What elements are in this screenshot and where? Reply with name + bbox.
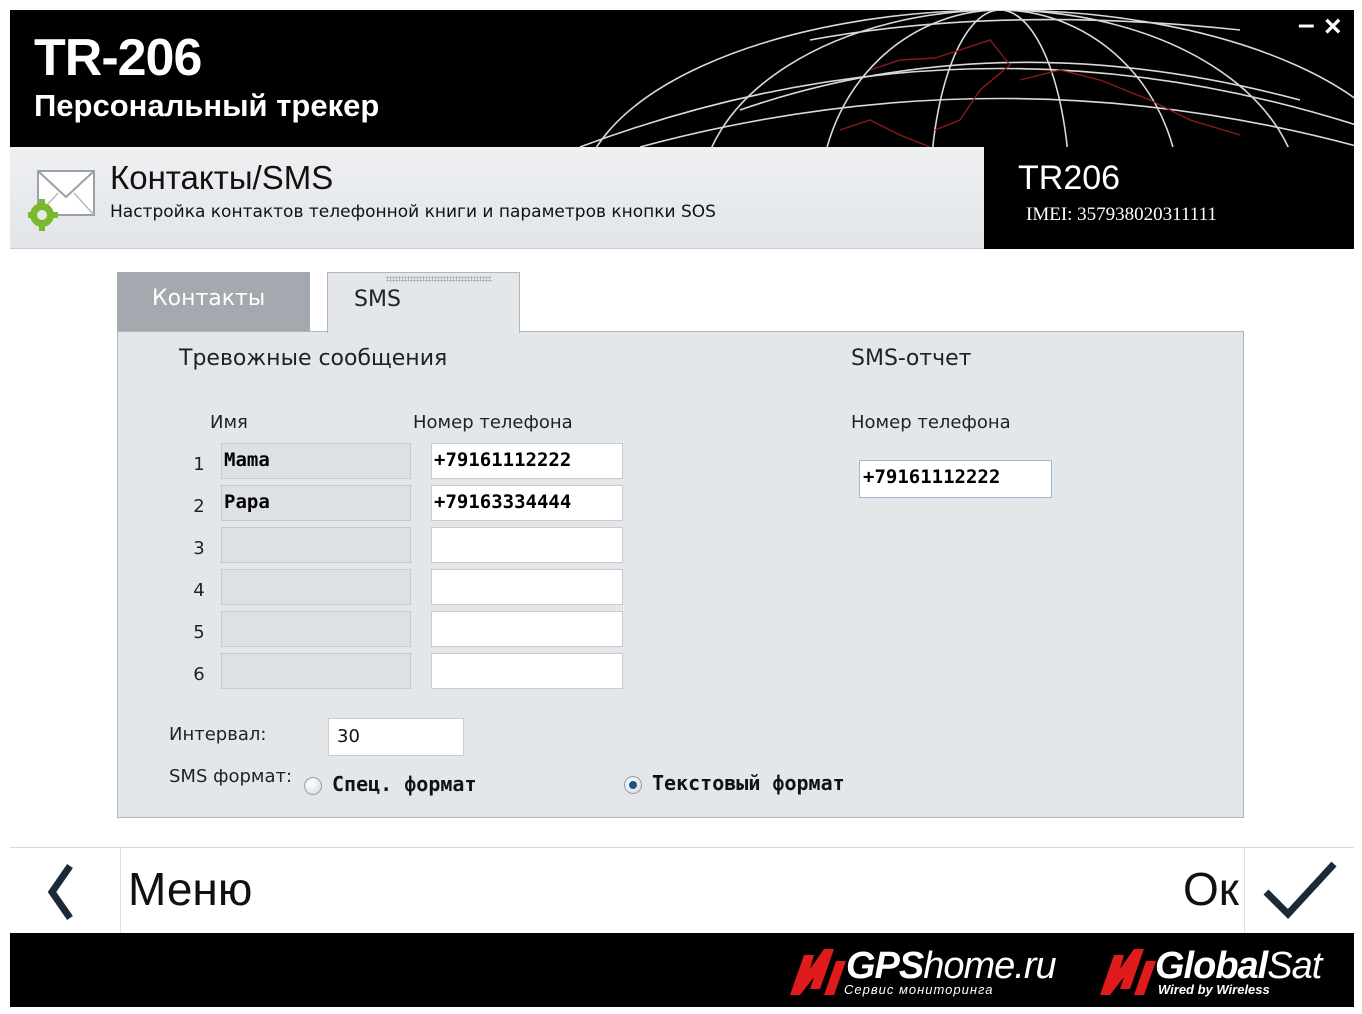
contact-phone-field[interactable] (431, 527, 623, 563)
device-panel: TR206 IMEI: 357938020311111 (984, 147, 1354, 249)
sms-report-heading: SMS-отчет (851, 346, 972, 371)
contact-phone-field[interactable] (431, 653, 623, 689)
row-number: 6 (193, 664, 205, 685)
contact-name-field[interactable] (221, 611, 411, 647)
main-content: Контакты SMS Тревожные сообщения SMS-отч… (10, 249, 1354, 847)
tab-sms[interactable]: SMS (327, 272, 520, 333)
alarm-messages-heading: Тревожные сообщения (179, 346, 448, 371)
radio-special-format[interactable] (304, 777, 322, 795)
sms-format-label: SMS формат: (169, 766, 293, 787)
radio-text-format[interactable] (624, 776, 642, 794)
ok-button[interactable]: Ок (1183, 862, 1239, 916)
row-number: 5 (193, 622, 205, 643)
contact-phone-field[interactable]: +79161112222 (431, 443, 623, 479)
row-number: 2 (193, 496, 205, 517)
nav-divider (120, 848, 121, 934)
brand-footer: GPShome.ru Сервис мониторинга GlobalSat … (10, 933, 1354, 1007)
nav-bar: Меню Ок (10, 847, 1354, 934)
contact-phone-field[interactable]: +79163334444 (431, 485, 623, 521)
column-header-name: Имя (210, 412, 248, 433)
interval-input[interactable]: 30 (328, 718, 464, 756)
row-number: 3 (193, 538, 205, 559)
app-header: TR-206 Персональный трекер – × (10, 10, 1354, 147)
app-subtitle: Персональный трекер (34, 88, 380, 123)
device-name: TR206 (1018, 159, 1121, 197)
section-bar: Контакты/SMS Настройка контактов телефон… (10, 147, 984, 249)
tab-contacts[interactable]: Контакты (117, 272, 310, 332)
contact-name-field[interactable]: Papa (221, 485, 411, 521)
globalsat-tagline: Wired by Wireless (1158, 982, 1270, 997)
section-description: Настройка контактов телефонной книги и п… (110, 202, 716, 222)
close-button[interactable]: × (1324, 12, 1342, 42)
menu-button[interactable]: Меню (128, 862, 252, 916)
minimize-button[interactable]: – (1298, 10, 1315, 40)
radio-text-format-label[interactable]: Текстовый формат (652, 771, 845, 795)
chevron-left-icon[interactable] (40, 862, 80, 922)
device-imei: IMEI: 357938020311111 (1026, 204, 1217, 225)
interval-label: Интервал: (169, 724, 267, 745)
gpshome-tagline: Сервис мониторинга (844, 982, 994, 997)
column-header-phone: Номер телефона (413, 412, 573, 433)
contact-phone-field[interactable] (431, 569, 623, 605)
contact-name-field[interactable] (221, 569, 411, 605)
contact-name-field[interactable] (221, 653, 411, 689)
ok-divider (1244, 848, 1245, 934)
contact-name-field[interactable] (221, 527, 411, 563)
contact-phone-field[interactable] (431, 611, 623, 647)
checkmark-icon[interactable] (1260, 858, 1340, 922)
report-phone-input[interactable]: +79161112222 (859, 460, 1052, 498)
row-number: 1 (193, 454, 205, 475)
contact-name-field[interactable]: Mama (221, 443, 411, 479)
globe-graphic (579, 10, 1354, 147)
envelope-gear-icon (28, 170, 95, 231)
section-title: Контакты/SMS (110, 159, 334, 196)
app-title: TR-206 (34, 29, 202, 87)
sms-tab-panel: Тревожные сообщения SMS-отчет Имя Номер … (117, 331, 1244, 818)
report-phone-label: Номер телефона (851, 412, 1011, 433)
row-number: 4 (193, 580, 205, 601)
radio-special-format-label[interactable]: Спец. формат (332, 772, 477, 796)
gpshome-logo-icon (790, 949, 846, 995)
globalsat-logo-icon (1100, 949, 1156, 995)
